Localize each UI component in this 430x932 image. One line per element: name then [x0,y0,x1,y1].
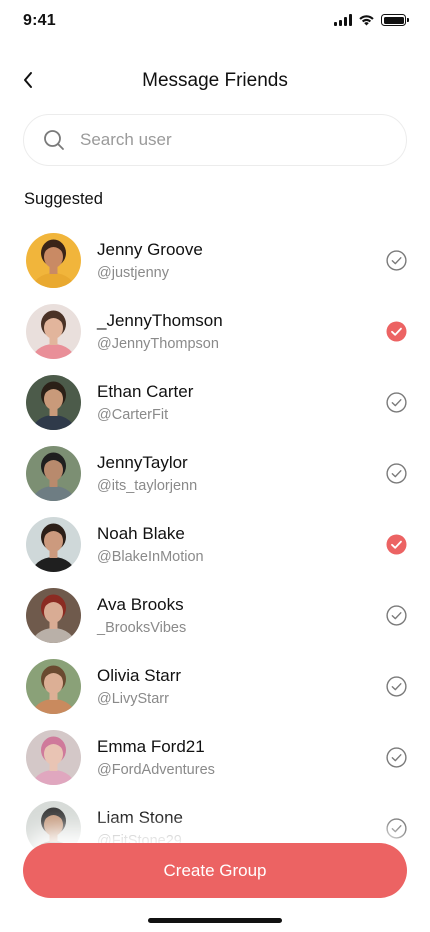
user-name: _JennyThomson [97,311,223,330]
user-name: Ava Brooks [97,595,184,614]
list-item[interactable]: Ava Brooks _BrooksVibes [0,581,430,652]
user-handle: _BrooksVibes [97,620,187,636]
select-check-icon[interactable] [386,250,407,271]
search-box[interactable] [23,114,407,166]
status-icons [334,14,409,26]
home-indicator [148,918,282,923]
user-handle: @LivyStarr [97,691,169,707]
create-group-button[interactable]: Create Group [23,843,407,898]
list-item[interactable]: Jenny Groove @justjenny [0,226,430,297]
user-handle: @FordAdventures [97,762,215,778]
select-check-icon[interactable] [386,321,407,342]
user-handle: @JennyThompson [97,336,219,352]
select-check-icon[interactable] [386,818,407,839]
list-item[interactable]: JennyTaylor @its_taylorjenn [0,439,430,510]
user-name: Liam Stone [97,808,183,827]
user-name: Ethan Carter [97,382,194,401]
list-item[interactable]: Liam Stone @FitStone29 [0,794,430,850]
user-handle: @justjenny [97,265,169,281]
status-time: 9:41 [23,12,56,29]
list-item[interactable]: Olivia Starr @LivyStarr [0,652,430,723]
cellular-signal-icon [334,14,352,26]
wifi-icon [359,15,374,26]
select-check-icon[interactable] [386,463,407,484]
user-handle: @BlakeInMotion [97,549,204,565]
avatar [26,588,81,643]
avatar [26,304,81,359]
battery-icon [381,14,409,26]
select-check-icon[interactable] [386,534,407,555]
user-handle: @its_taylorjenn [97,478,198,494]
list-item[interactable]: Emma Ford21 @FordAdventures [0,723,430,794]
search-input[interactable] [80,130,380,150]
select-check-icon[interactable] [386,605,407,626]
page-title: Message Friends [142,70,288,91]
avatar [26,517,81,572]
list-item[interactable]: _JennyThomson @JennyThompson [0,297,430,368]
user-name: Olivia Starr [97,666,182,685]
avatar [26,446,81,501]
avatar [26,375,81,430]
user-list[interactable]: Jenny Groove @justjenny _JennyThomson @J… [0,226,430,850]
select-check-icon[interactable] [386,676,407,697]
user-name: Emma Ford21 [97,737,205,756]
search-icon [42,128,66,152]
list-item[interactable]: Ethan Carter @CarterFit [0,368,430,439]
avatar [26,233,81,288]
select-check-icon[interactable] [386,747,407,768]
avatar [26,730,81,785]
section-label-suggested: Suggested [24,190,103,208]
status-bar: 9:41 [0,0,430,44]
list-item[interactable]: Noah Blake @BlakeInMotion [0,510,430,581]
header: Message Friends [0,60,430,102]
user-name: Jenny Groove [97,240,203,259]
select-check-icon[interactable] [386,392,407,413]
user-name: JennyTaylor [97,453,188,472]
user-handle: @CarterFit [97,407,169,423]
avatar [26,659,81,714]
user-name: Noah Blake [97,524,185,543]
